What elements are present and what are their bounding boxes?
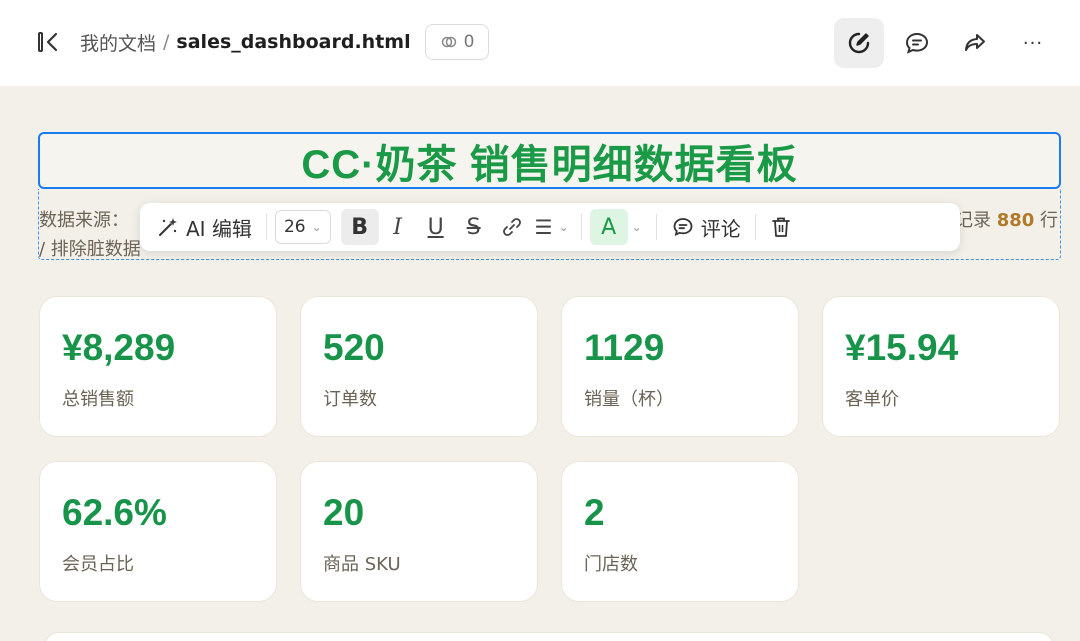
toolbar-divider [655, 214, 657, 240]
align-select[interactable]: ☰ ⌄ [531, 209, 573, 245]
record-count-suffix: 行 [1040, 210, 1058, 231]
toolbar-divider [580, 214, 582, 240]
comment-icon [905, 32, 929, 54]
page-title: CC·奶茶 销售明细数据看板 [301, 142, 798, 187]
toolbar-divider [754, 214, 756, 240]
share-icon [965, 34, 985, 51]
record-count-prefix: 记录 [954, 210, 991, 231]
top-actions: ··· [834, 18, 1058, 68]
magic-wand-icon [159, 218, 177, 236]
more-icon: ··· [1022, 32, 1044, 54]
stat-value: ¥15.94 [845, 327, 959, 368]
comment-button[interactable] [892, 18, 942, 68]
stat-card-member-ratio: 62.6% 会员占比 [39, 461, 277, 602]
next-section-card [44, 632, 1054, 641]
chevron-down-icon: ⌄ [311, 220, 322, 234]
italic-button[interactable]: I [379, 209, 417, 245]
record-count-number: 880 [996, 210, 1035, 231]
stat-label: 订单数 [323, 389, 377, 410]
stat-card-total-sales: ¥8,289 总销售额 [39, 296, 277, 437]
breadcrumb-separator: / [163, 31, 170, 53]
breadcrumb-root[interactable]: 我的文档 [80, 29, 156, 56]
stat-label: 客单价 [845, 389, 899, 410]
comment-label: 评论 [700, 216, 741, 241]
stat-label: 门店数 [584, 554, 638, 575]
comment-toolbar-button[interactable]: 评论 [665, 209, 747, 245]
stat-value: 520 [323, 327, 385, 368]
link-count: 0 [463, 32, 475, 52]
stat-card-sku: 20 商品 SKU [300, 461, 538, 602]
bold-icon: B [351, 214, 369, 240]
stat-label: 总销售额 [62, 389, 134, 410]
text-color-button[interactable]: A [589, 209, 628, 245]
chain-link-icon [502, 218, 521, 236]
toolbar-divider [265, 214, 267, 240]
underline-button[interactable]: U [417, 209, 455, 245]
underline-icon: U [427, 214, 444, 240]
stat-value: ¥8,289 [62, 327, 176, 368]
align-icon: ☰ [534, 215, 553, 239]
font-size-select[interactable]: 26 ⌄ [274, 210, 331, 244]
stat-value: 2 [584, 492, 605, 533]
trash-icon [771, 217, 790, 237]
stat-card-avg-order: ¥15.94 客单价 [822, 296, 1060, 437]
top-bar: 我的文档 / sales_dashboard.html 0 ··· [0, 0, 1080, 86]
collapse-sidebar-button[interactable] [36, 30, 64, 54]
stat-label: 销量（杯） [584, 389, 674, 410]
strikethrough-icon: S [466, 214, 481, 240]
exclusion-note: / 排除脏数据 [39, 239, 141, 260]
delete-button[interactable] [764, 209, 798, 245]
link-icon [441, 36, 456, 48]
breadcrumb: 我的文档 / sales_dashboard.html 0 [80, 24, 490, 60]
text-color-icon: A [601, 214, 617, 240]
ai-edit-button[interactable]: AI 编辑 [150, 209, 258, 245]
data-source-label: 数据来源： [39, 210, 129, 231]
document-title: sales_dashboard.html [176, 31, 411, 53]
share-button[interactable] [950, 18, 1000, 68]
comment-icon [673, 218, 693, 237]
edit-button[interactable] [834, 18, 884, 68]
stat-card-cups: 1129 销量（杯） [561, 296, 799, 437]
more-button[interactable]: ··· [1008, 18, 1058, 68]
ai-edit-label: AI 编辑 [186, 216, 252, 241]
bold-button[interactable]: B [340, 209, 379, 245]
stat-card-stores: 2 门店数 [561, 461, 799, 602]
stat-label: 会员占比 [62, 554, 134, 575]
stat-value: 1129 [584, 327, 665, 368]
chevron-down-icon[interactable]: ⌄ [632, 220, 642, 234]
format-toolbar: AI 编辑 26 ⌄ B I U S ☰ ⌄ A ⌄ 评论 [140, 203, 960, 251]
record-count: 记录 880 行 [955, 206, 1058, 232]
link-count-badge[interactable]: 0 [424, 24, 490, 60]
chevron-down-icon: ⌄ [558, 220, 569, 234]
stat-card-orders: 520 订单数 [300, 296, 538, 437]
font-size-value: 26 [283, 217, 306, 237]
stat-value: 62.6% [62, 492, 167, 533]
title-block[interactable]: CC·奶茶 销售明细数据看板 [38, 132, 1061, 189]
strikethrough-button[interactable]: S [455, 209, 493, 245]
italic-icon: I [393, 214, 402, 240]
stat-label: 商品 SKU [323, 554, 401, 575]
link-button[interactable] [493, 209, 531, 245]
collapse-sidebar-icon [38, 32, 58, 52]
edit-icon [848, 32, 870, 54]
stat-value: 20 [323, 492, 365, 533]
